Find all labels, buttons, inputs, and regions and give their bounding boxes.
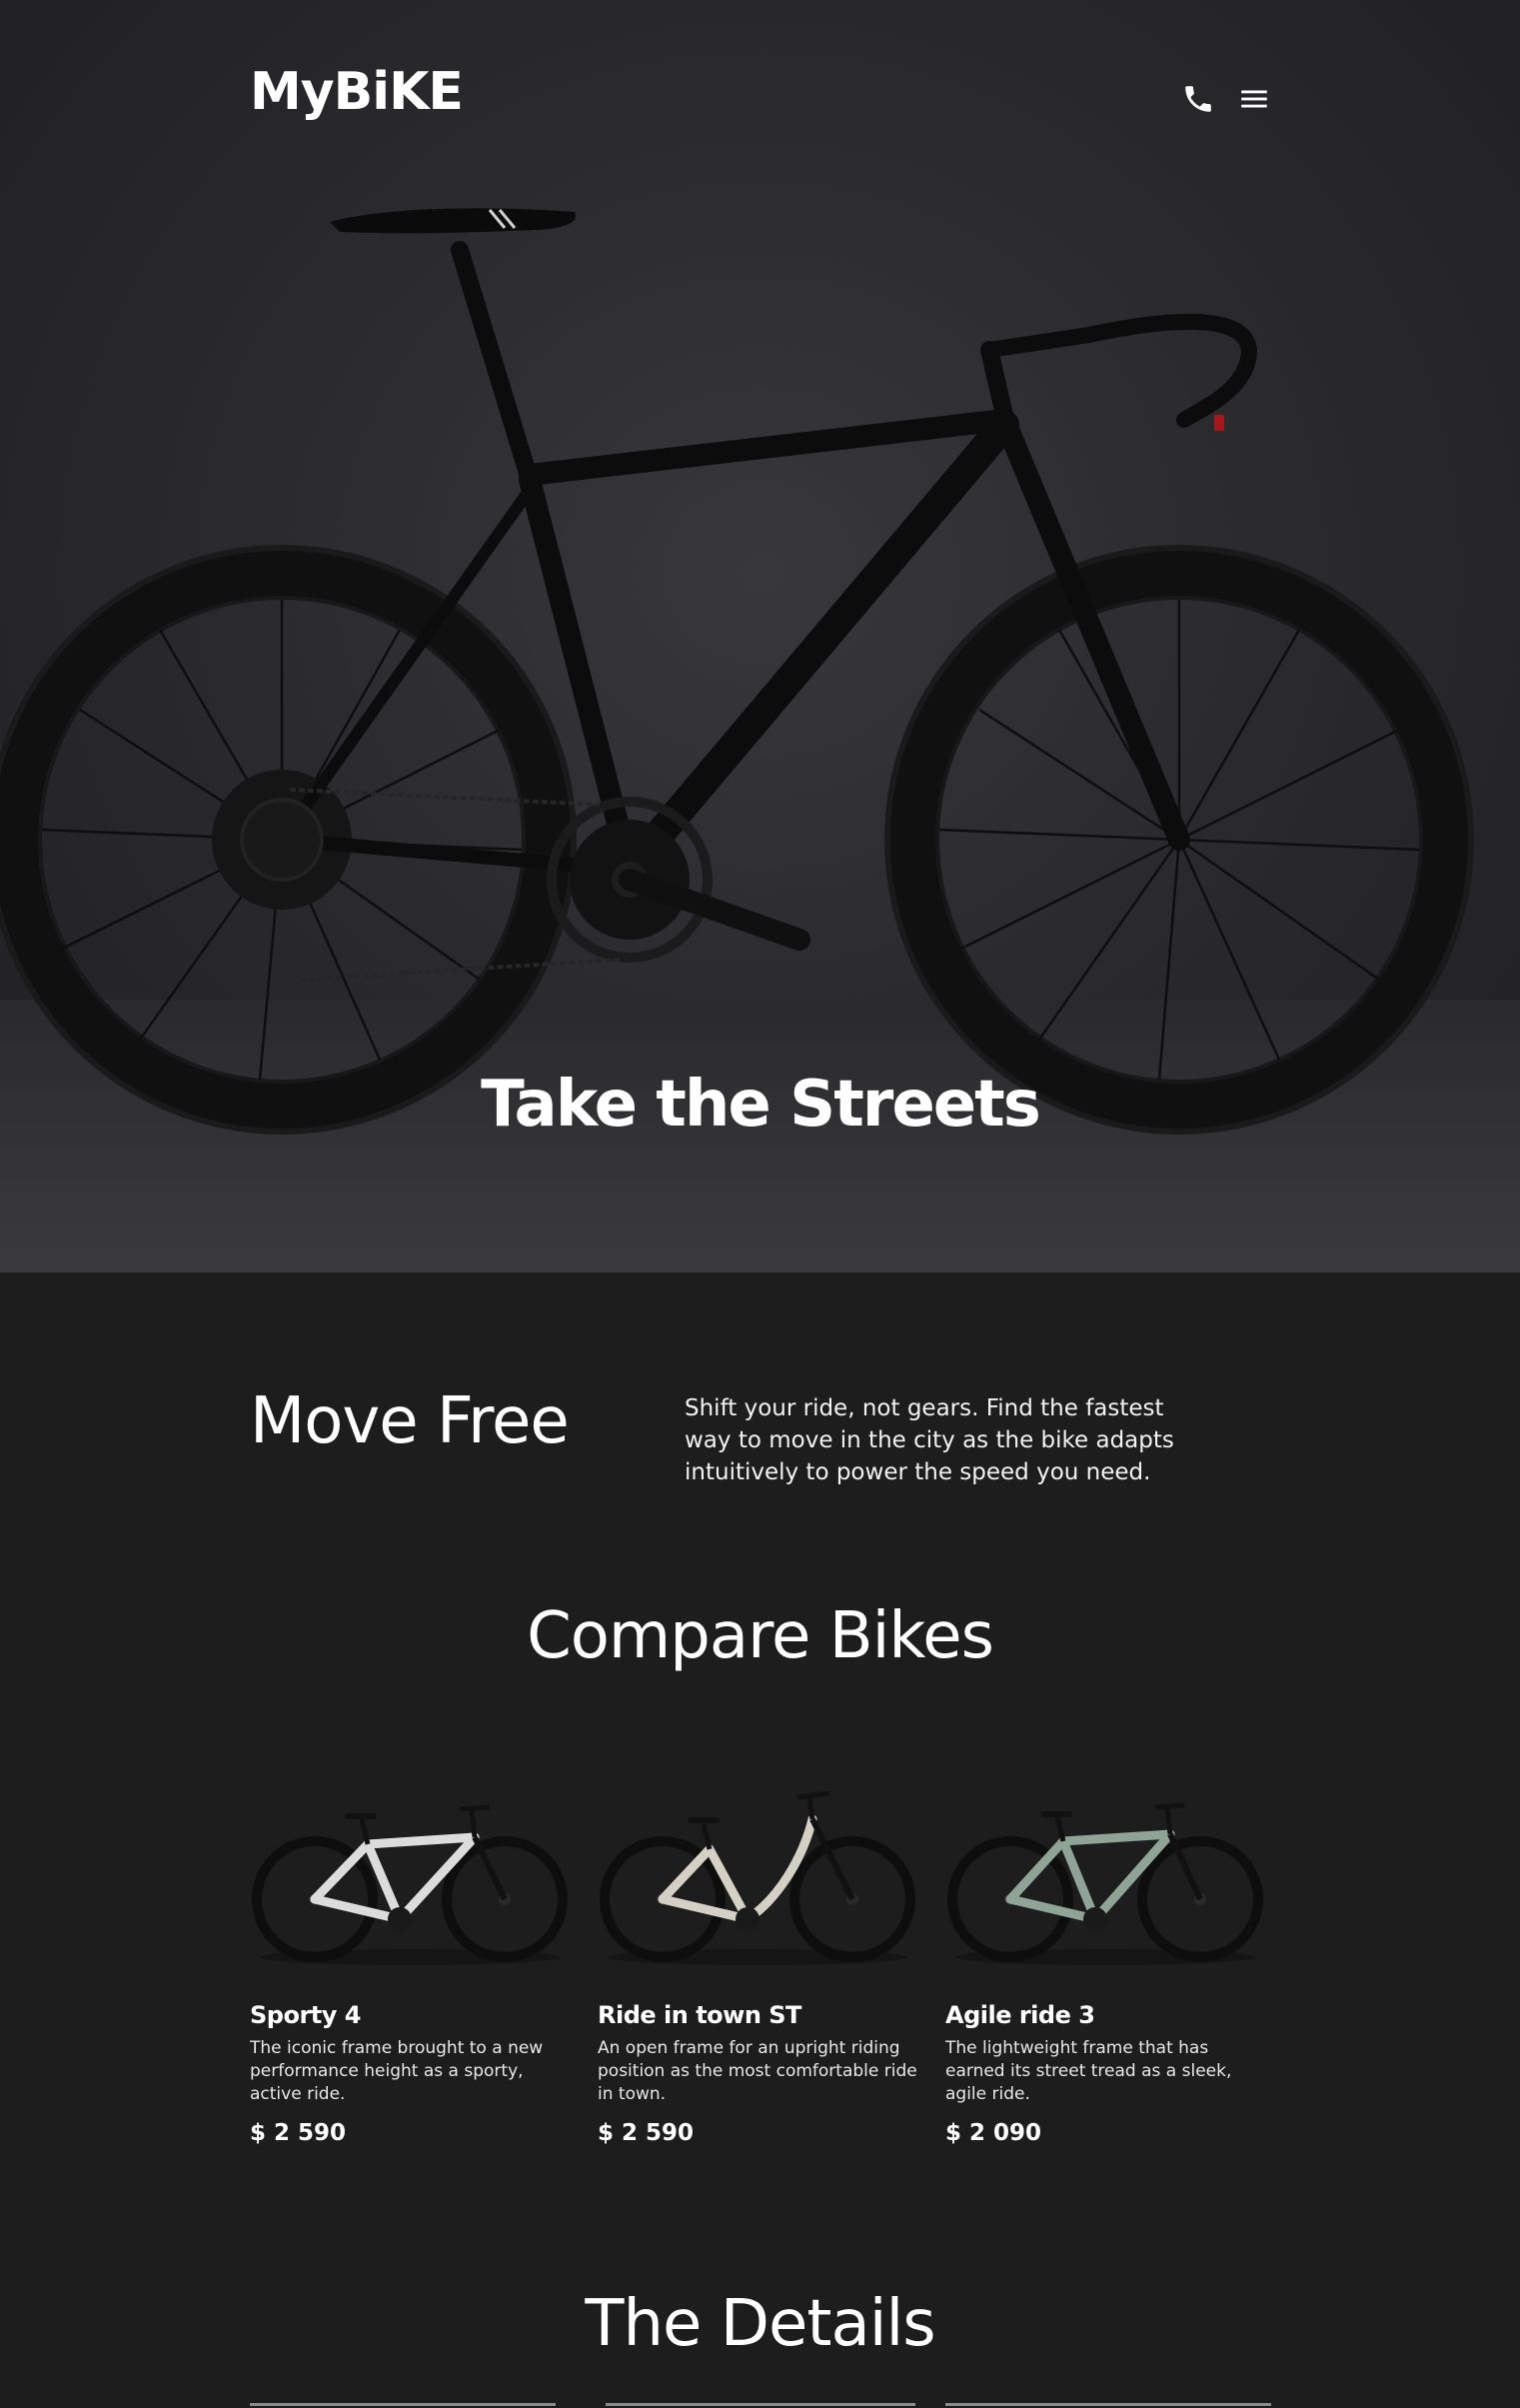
bike-card[interactable]: Agile ride 3 The lightweight frame that …	[945, 1779, 1265, 2146]
bike-image-agile-ride-3[interactable]	[945, 1779, 1265, 1979]
bike-card[interactable]: Sporty 4 The iconic frame brought to a n…	[250, 1779, 570, 2146]
bike-name[interactable]: Ride in town ST	[598, 2001, 917, 2029]
bike-description: The lightweight frame that has earned it…	[945, 2038, 1232, 2104]
divider	[945, 2403, 1271, 2406]
bike-price: $ 2 090	[945, 2120, 1042, 2146]
hero-section: MyBiKE Take the Streets	[0, 0, 1520, 1272]
bike-name[interactable]: Agile ride 3	[945, 2001, 1265, 2029]
divider	[606, 2403, 915, 2406]
hero-bike-image	[0, 208, 1474, 1135]
bike-description: An open frame for an upright riding posi…	[598, 2038, 917, 2104]
details-dividers	[250, 2403, 1271, 2406]
saddle	[330, 208, 577, 234]
bike-description: The iconic frame brought to a new perfor…	[250, 2038, 544, 2104]
intro-title: Move Free	[250, 1384, 570, 1458]
hero-title: Take the Streets	[481, 1068, 1041, 1142]
compare-title: Compare Bikes	[527, 1599, 994, 1673]
details-title: The Details	[585, 2287, 935, 2361]
bike-price: $ 2 590	[598, 2120, 695, 2146]
bike-name[interactable]: Sporty 4	[250, 2001, 570, 2029]
hamburger-menu-icon[interactable]	[1237, 82, 1271, 116]
logo[interactable]: MyBiKE	[250, 62, 464, 122]
bike-price: $ 2 590	[250, 2120, 347, 2146]
page: MyBiKE Take the Streets Move Free Shift …	[0, 0, 1520, 2408]
bike-card[interactable]: Ride in town ST An open frame for an upr…	[598, 1779, 917, 2146]
divider	[250, 2403, 556, 2406]
bike-image-ride-in-town-st[interactable]	[598, 1779, 917, 1979]
intro-text: Shift your ride, not gears. Find the fas…	[685, 1395, 1174, 1485]
phone-icon[interactable]	[1181, 82, 1215, 116]
bike-image-sporty-4[interactable]	[250, 1779, 570, 1979]
